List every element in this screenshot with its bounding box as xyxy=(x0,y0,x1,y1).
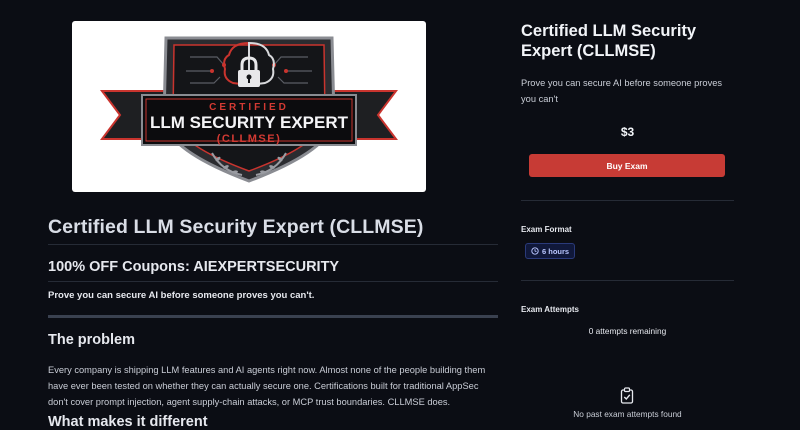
buy-exam-button[interactable]: Buy Exam xyxy=(529,154,725,177)
page-title: Certified LLM Security Expert (CLLMSE) xyxy=(48,216,424,238)
divider xyxy=(48,244,498,245)
section-divider xyxy=(48,315,498,318)
lead-text: Prove you can secure AI before someone p… xyxy=(48,290,315,301)
divider xyxy=(521,200,734,201)
sidebar-subtitle: Prove you can secure AI before someone p… xyxy=(521,78,723,104)
badge-line-2: LLM SECURITY EXPERT xyxy=(150,113,349,132)
certification-badge-image: CERTIFIED LLM SECURITY EXPERT (CLLMSE) xyxy=(100,36,398,183)
badge-line-1: CERTIFIED xyxy=(209,102,289,113)
sidebar-title: Certified LLM Security Expert (CLLMSE) xyxy=(521,22,697,60)
problem-paragraph: Every company is shipping LLM features a… xyxy=(48,365,486,407)
exam-format-label: Exam Format xyxy=(521,225,572,234)
coupon-heading: 100% OFF Coupons: AIEXPERTSECURITY xyxy=(48,259,340,275)
price: $3 xyxy=(620,125,635,139)
attempts-remaining: 0 attempts remaining xyxy=(588,326,667,336)
clock-icon xyxy=(531,247,539,255)
clipboard-check-icon xyxy=(620,387,634,404)
hero-image: CERTIFIED LLM SECURITY EXPERT (CLLMSE) xyxy=(72,21,426,192)
exam-attempts-label: Exam Attempts xyxy=(521,305,579,314)
duration-text: 6 hours xyxy=(542,246,570,256)
badge-line-3: (CLLMSE) xyxy=(217,133,282,145)
divider xyxy=(48,281,498,282)
no-past-attempts: No past exam attempts found xyxy=(573,409,682,419)
next-section-heading: What makes it different xyxy=(48,414,208,430)
divider xyxy=(521,280,734,281)
problem-heading: The problem xyxy=(48,332,136,348)
duration-badge: 6 hours xyxy=(525,243,576,259)
